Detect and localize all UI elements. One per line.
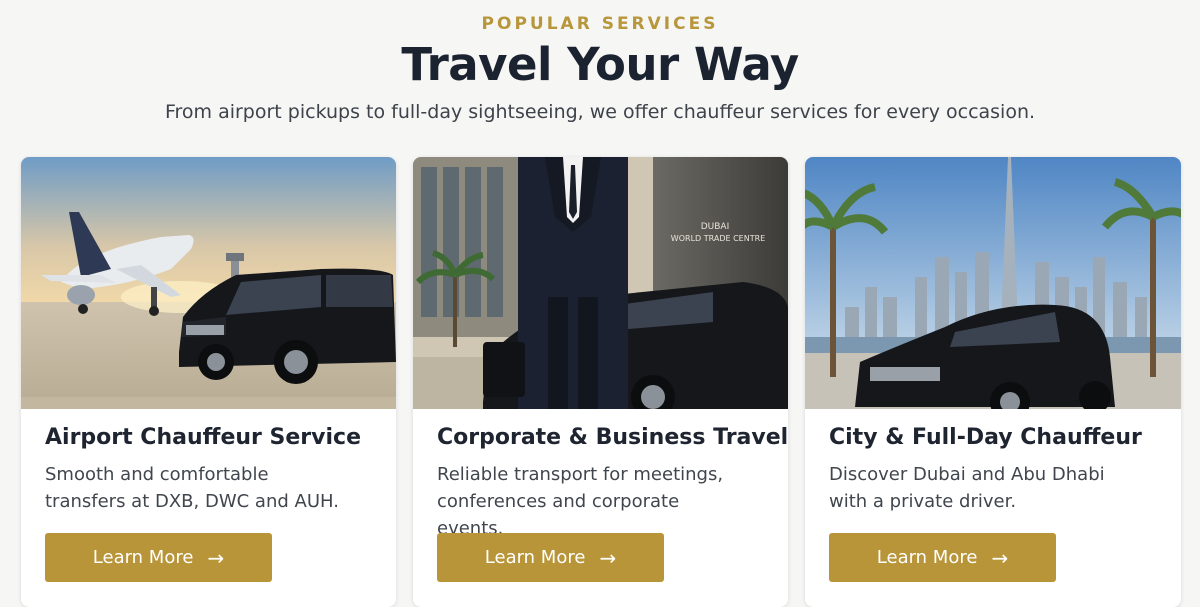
- card-description: Discover Dubai and Abu Dhabi with a priv…: [829, 464, 1105, 512]
- card-title: Corporate & Business Travel: [437, 425, 788, 450]
- arrow-right-icon: →: [207, 545, 225, 570]
- service-card-corporate: DUBAI WORLD TRADE CENTRE Corporate & Bus…: [413, 157, 788, 607]
- arrow-right-icon: →: [599, 545, 617, 570]
- learn-more-button[interactable]: Learn More →: [829, 533, 1056, 582]
- section-title: Travel Your Way: [401, 38, 799, 91]
- section-eyebrow: POPULAR SERVICES: [481, 14, 719, 34]
- service-card-city: City & Full-Day Chauffeur Discover Dubai…: [805, 157, 1181, 607]
- corporate-travel-photo: DUBAI WORLD TRADE CENTRE: [413, 157, 788, 409]
- button-label: Learn More: [484, 547, 586, 568]
- card-title: Airport Chauffeur Service: [45, 425, 361, 450]
- arrow-right-icon: →: [991, 545, 1009, 570]
- building-sign-line1: DUBAI: [701, 222, 730, 232]
- button-label: Learn More: [92, 547, 194, 568]
- building-sign-line2: WORLD TRADE CENTRE: [671, 234, 765, 243]
- learn-more-button[interactable]: Learn More →: [437, 533, 664, 582]
- button-label: Learn More: [876, 547, 978, 568]
- card-description: Smooth and comfortable transfers at DXB,…: [45, 464, 339, 512]
- service-card-airport: Airport Chauffeur Service Smooth and com…: [21, 157, 396, 607]
- learn-more-button[interactable]: Learn More →: [45, 533, 272, 582]
- card-description: Reliable transport for meetings, confere…: [437, 464, 724, 539]
- airport-chauffeur-photo: [21, 157, 396, 409]
- card-title: City & Full-Day Chauffeur: [829, 425, 1142, 450]
- section-subtitle: From airport pickups to full-day sightse…: [164, 101, 1036, 123]
- city-chauffeur-photo: [805, 157, 1181, 409]
